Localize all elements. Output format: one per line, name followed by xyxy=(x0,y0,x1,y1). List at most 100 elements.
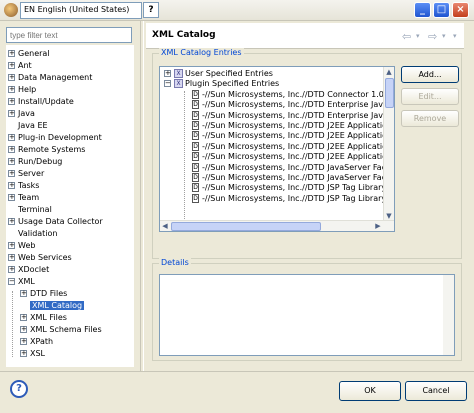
expand-icon[interactable]: + xyxy=(8,74,15,81)
scroll-thumb[interactable] xyxy=(385,78,394,108)
catalog-entry[interactable]: D -//Sun Microsystems, Inc.//DTD Enterpri… xyxy=(192,100,394,110)
tree-item[interactable]: + Server xyxy=(8,168,44,180)
expand-icon[interactable]: + xyxy=(8,86,15,93)
catalog-entry[interactable]: D -//Sun Microsystems, Inc.//DTD Connecto… xyxy=(192,89,394,100)
catalog-entry[interactable]: D -//Sun Microsystems, Inc.//DTD JavaServ… xyxy=(192,162,394,173)
leaf-spacer xyxy=(8,122,15,129)
expand-icon[interactable]: + xyxy=(8,170,15,177)
catalog-entry[interactable]: D -//Sun Microsystems, Inc.//DTD J2EE App… xyxy=(192,152,394,162)
tree-item[interactable]: + Help xyxy=(8,84,36,96)
expand-icon[interactable]: + xyxy=(8,194,15,201)
tree-item[interactable]: + Remote Systems xyxy=(8,144,85,156)
catalog-entry-label: -//Sun Microsystems, Inc.//DTD J2EE Appl… xyxy=(202,131,395,141)
catalog-entry[interactable]: D -//Sun Microsystems, Inc.//DTD J2EE App… xyxy=(192,121,394,131)
menu-dropdown-icon[interactable]: ▾ xyxy=(453,32,457,40)
expand-icon[interactable]: + xyxy=(8,98,15,105)
remove-button[interactable]: Remove xyxy=(401,110,459,127)
expand-icon[interactable]: + xyxy=(20,350,27,357)
expand-icon[interactable]: + xyxy=(8,182,15,189)
help-button[interactable]: ? xyxy=(10,380,28,398)
details-scrollbar[interactable] xyxy=(443,275,454,355)
tree-item[interactable]: + General xyxy=(8,48,50,60)
back-arrow-icon[interactable]: ⇦ xyxy=(402,30,411,43)
expand-icon[interactable]: + xyxy=(8,134,15,141)
tree-item-label: XSL xyxy=(30,349,46,358)
tree-item[interactable]: + Ant xyxy=(8,60,32,72)
tree-item[interactable]: Validation xyxy=(8,228,58,240)
add-button[interactable]: Add... xyxy=(401,66,459,83)
expand-icon[interactable]: + xyxy=(8,50,15,57)
expand-icon[interactable]: + xyxy=(8,266,15,273)
tree-item[interactable]: + Run/Debug xyxy=(8,156,62,168)
expand-icon[interactable]: + xyxy=(8,242,15,249)
catalog-entry[interactable]: D -//Sun Microsystems, Inc.//DTD J2EE App… xyxy=(192,131,395,141)
preferences-tree[interactable]: + General + Ant + Data Management + Help + Instal… xyxy=(6,45,134,367)
catalog-entry[interactable]: D -//Sun Microsystems, Inc.//DTD J2EE App… xyxy=(192,141,394,152)
expand-icon[interactable]: + xyxy=(8,218,15,225)
tree-item[interactable]: + Data Management xyxy=(8,72,92,84)
forward-arrow-icon[interactable]: ⇨ xyxy=(428,30,437,43)
ok-button[interactable]: OK xyxy=(339,381,401,401)
details-group: Details xyxy=(152,258,462,361)
tree-item-selected[interactable]: XML Catalog xyxy=(20,300,85,312)
tree-item[interactable]: + XDoclet xyxy=(8,264,49,276)
tree-item-label: Ant xyxy=(18,61,32,70)
tree-item[interactable]: + DTD Files xyxy=(20,288,67,300)
expand-icon[interactable]: + xyxy=(8,254,15,261)
language-select[interactable]: EN English (United States) xyxy=(20,2,142,19)
maximize-button[interactable]: □ xyxy=(433,2,450,18)
tree-item[interactable]: Java EE xyxy=(8,120,48,132)
catalog-entry[interactable]: D -//Sun Microsystems, Inc.//DTD JSP Tag … xyxy=(192,183,394,193)
scroll-right-icon[interactable]: ▶ xyxy=(373,221,383,231)
tree-item-label: Tasks xyxy=(18,181,40,190)
catalog-category[interactable]: + X User Specified Entries xyxy=(164,69,273,79)
expand-icon[interactable]: + xyxy=(8,110,15,117)
tree-item[interactable]: + Web xyxy=(8,240,35,252)
tree-item[interactable]: + Tasks xyxy=(8,180,39,192)
tree-item[interactable]: + Team xyxy=(8,192,39,204)
expand-icon[interactable]: + xyxy=(20,326,27,333)
tree-item[interactable]: + XML Schema Files xyxy=(20,324,102,336)
scroll-thumb[interactable] xyxy=(171,222,321,231)
catalog-category[interactable]: − X Plugin Specified Entries xyxy=(164,79,279,89)
collapse-icon[interactable]: − xyxy=(8,278,15,285)
expand-icon[interactable]: + xyxy=(20,338,27,345)
forward-dropdown-icon[interactable]: ▾ xyxy=(442,32,446,40)
scroll-up-icon[interactable]: ▲ xyxy=(384,67,394,77)
collapse-icon[interactable]: − xyxy=(164,80,171,88)
tree-item[interactable]: + Web Services xyxy=(8,252,72,264)
filter-input[interactable] xyxy=(6,27,132,43)
catalog-entry[interactable]: D -//Sun Microsystems, Inc.//DTD JavaServ… xyxy=(192,173,394,183)
help-icon[interactable]: ? xyxy=(143,2,159,18)
catalog-entries-tree[interactable]: + X User Specified Entries − X Plugin Specifi… xyxy=(159,66,395,232)
cancel-button[interactable]: Cancel xyxy=(405,381,467,401)
tree-item[interactable]: + XSL xyxy=(20,348,45,360)
tree-item[interactable]: + XPath xyxy=(20,336,53,348)
tree-item[interactable]: + Install/Update xyxy=(8,96,74,108)
dtd-file-icon: D xyxy=(192,173,199,182)
minimize-button[interactable]: _ xyxy=(414,2,431,18)
expand-icon[interactable]: + xyxy=(20,290,27,297)
xml-catalog-icon: X xyxy=(174,79,183,89)
tree-item[interactable]: Terminal xyxy=(8,204,52,216)
tree-item[interactable]: − XML xyxy=(8,276,35,288)
expand-icon[interactable]: + xyxy=(164,70,171,77)
expand-icon[interactable]: + xyxy=(20,314,27,321)
tree-item[interactable]: + Plug-in Development xyxy=(8,132,102,144)
catalog-entry[interactable]: D -//Sun Microsystems, Inc.//DTD Enterpri… xyxy=(192,110,394,121)
catalog-entry[interactable]: D -//Sun Microsystems, Inc.//DTD JSP Tag … xyxy=(192,193,394,204)
expand-icon[interactable]: + xyxy=(8,146,15,153)
vertical-scrollbar[interactable]: ▲ ▼ xyxy=(383,67,394,221)
back-dropdown-icon[interactable]: ▾ xyxy=(416,32,420,40)
scroll-left-icon[interactable]: ◀ xyxy=(160,221,170,231)
expand-icon[interactable]: + xyxy=(8,158,15,165)
edit-button[interactable]: Edit... xyxy=(401,88,459,105)
dtd-file-icon: D xyxy=(192,141,199,151)
tree-item[interactable]: + XML Files xyxy=(20,312,67,324)
expand-icon[interactable]: + xyxy=(8,62,15,69)
close-button[interactable]: × xyxy=(452,2,469,18)
tree-item[interactable]: + Java xyxy=(8,108,35,120)
horizontal-scrollbar[interactable]: ◀ ▶ xyxy=(160,220,394,231)
details-area[interactable] xyxy=(159,274,455,356)
tree-item[interactable]: + Usage Data Collector xyxy=(8,216,103,228)
